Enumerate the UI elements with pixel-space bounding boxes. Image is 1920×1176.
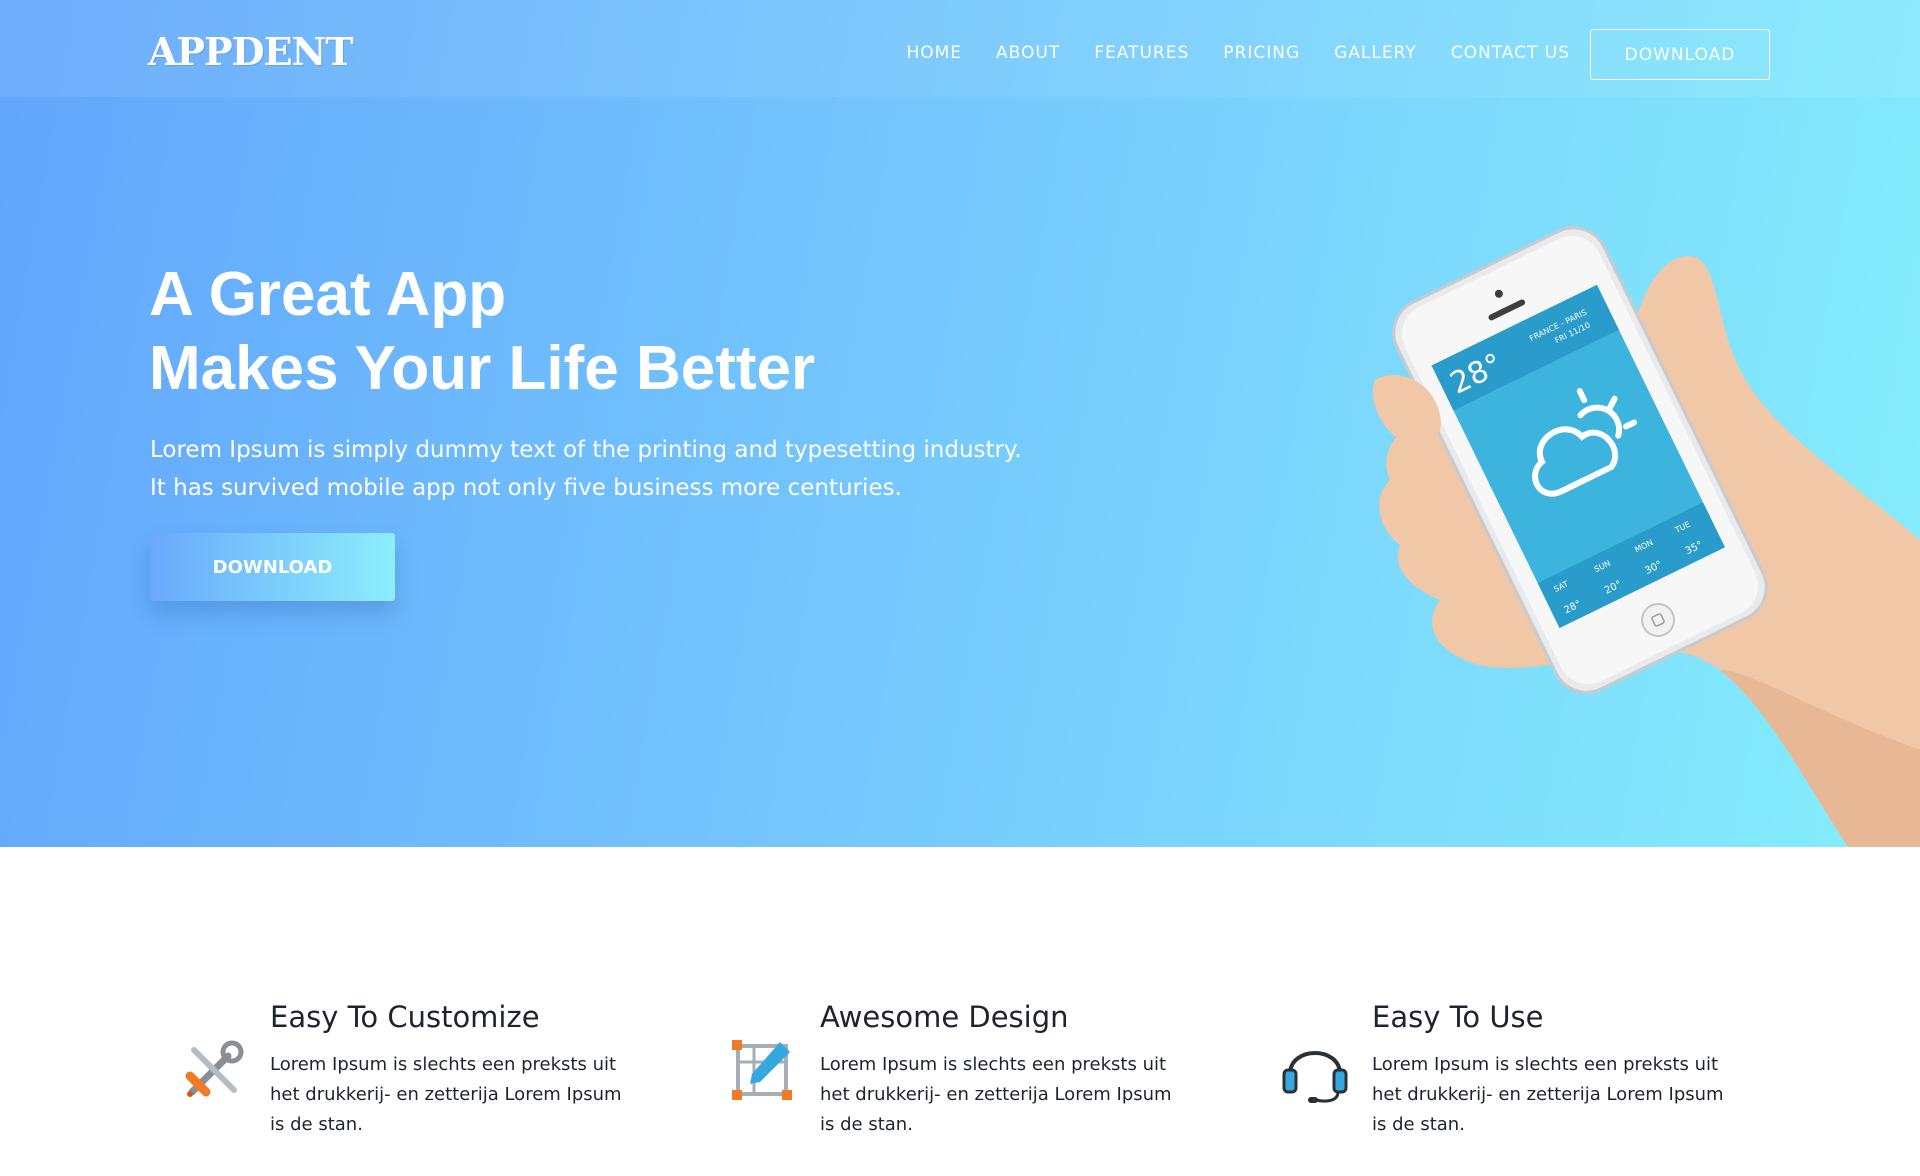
feature-text: Lorem Ipsum is slechts een preksts uit h… bbox=[820, 1054, 1172, 1135]
design-pencil-icon bbox=[732, 1040, 792, 1100]
hand-holding-phone-image: 28° FRANCE - PARIS FRI 11/10 SAT SUN MON… bbox=[1372, 226, 1920, 847]
hero-subtext: Lorem Ipsum is simply dummy text of the … bbox=[150, 431, 1050, 507]
nav-gallery[interactable]: GALLERY bbox=[1334, 40, 1417, 66]
main-nav: HOME ABOUT FEATURES PRICING GALLERY CONT… bbox=[872, 40, 1570, 66]
nav-pricing[interactable]: PRICING bbox=[1223, 40, 1300, 66]
feature-title: Easy To Use bbox=[1372, 1000, 1544, 1034]
hero-subtext-line2: It has survived mobile app not only five… bbox=[150, 475, 902, 501]
hero-download-button[interactable]: DOWNLOAD bbox=[150, 533, 395, 601]
brand-logo[interactable]: APPDENT bbox=[148, 30, 354, 74]
nav-home[interactable]: HOME bbox=[906, 40, 962, 66]
hero-headline-line2: Makes Your Life Better bbox=[149, 334, 816, 403]
feature-title: Awesome Design bbox=[820, 1000, 1069, 1034]
nav-contact-us[interactable]: CONTACT US bbox=[1451, 40, 1570, 66]
feature-text: Lorem Ipsum is slechts een preksts uit h… bbox=[1372, 1054, 1724, 1135]
hero-section: APPDENT HOME ABOUT FEATURES PRICING GALL… bbox=[0, 0, 1920, 847]
hero-subtext-line1: Lorem Ipsum is simply dummy text of the … bbox=[150, 437, 1022, 463]
feature-title: Easy To Customize bbox=[270, 1000, 540, 1034]
headset-icon bbox=[1282, 1051, 1348, 1103]
tools-icon bbox=[185, 1040, 244, 1097]
feature-text: Lorem Ipsum is slechts een preksts uit h… bbox=[270, 1054, 622, 1135]
top-navbar: APPDENT HOME ABOUT FEATURES PRICING GALL… bbox=[0, 0, 1920, 97]
nav-about[interactable]: ABOUT bbox=[996, 40, 1060, 66]
hero-headline: A Great App Makes Your Life Better bbox=[149, 258, 815, 406]
nav-features[interactable]: FEATURES bbox=[1094, 40, 1189, 66]
nav-download-button[interactable]: DOWNLOAD bbox=[1590, 29, 1770, 80]
hero-headline-line1: A Great App bbox=[149, 260, 507, 329]
